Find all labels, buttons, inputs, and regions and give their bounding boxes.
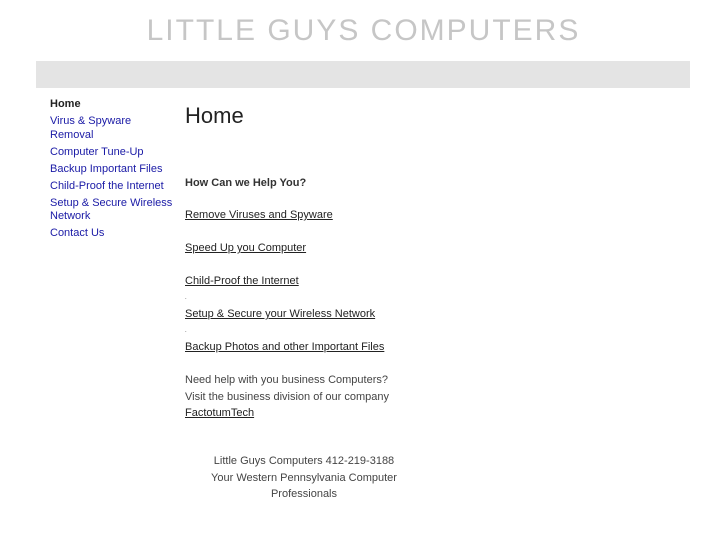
- business-line-2: Visit the business division of our compa…: [185, 390, 390, 403]
- main-content: Home How Can we Help You? Remove Viruses…: [185, 102, 485, 419]
- service-link-wireless[interactable]: Setup & Secure your Wireless Network: [185, 308, 375, 320]
- business-info: Need help with you business Computers? V…: [185, 372, 389, 422]
- factotumtech-link[interactable]: FactotumTech: [185, 407, 254, 419]
- service-link-child-proof[interactable]: Child-Proof the Internet: [185, 275, 299, 287]
- help-question: How Can we Help You?: [185, 177, 307, 189]
- business-line-1: Need help with you business Computers?: [185, 374, 389, 386]
- footer: Little Guys Computers 412-219-3188 Your …: [180, 453, 428, 503]
- separator-dot: .: [185, 295, 187, 301]
- sidebar-item-child-proof[interactable]: Child-Proof the Internet: [50, 180, 175, 194]
- sidebar-item-contact[interactable]: Contact Us: [50, 227, 175, 241]
- footer-tagline: Your Western Pennsylvania Computer Profe…: [211, 471, 397, 501]
- sidebar-item-backup[interactable]: Backup Important Files: [50, 163, 175, 177]
- sidebar-item-home[interactable]: Home: [50, 98, 175, 112]
- separator-dot: .: [185, 328, 187, 334]
- service-link-viruses[interactable]: Remove Viruses and Spyware: [185, 209, 333, 221]
- sidebar-item-wireless[interactable]: Setup & Secure Wireless Network: [50, 197, 175, 224]
- sidebar-nav: Home Virus & Spyware Removal Computer Tu…: [50, 98, 175, 244]
- sidebar-item-virus-removal[interactable]: Virus & Spyware Removal: [50, 115, 175, 142]
- sidebar-item-tune-up[interactable]: Computer Tune-Up: [50, 146, 175, 160]
- service-link-backup[interactable]: Backup Photos and other Important Files: [185, 341, 384, 353]
- service-link-speed-up[interactable]: Speed Up you Computer: [185, 242, 306, 254]
- nav-bar: [36, 61, 690, 88]
- footer-contact: Little Guys Computers 412-219-3188: [213, 455, 395, 467]
- page-heading: Home: [185, 103, 244, 128]
- site-title: LITTLE GUYS COMPUTERS: [146, 14, 581, 47]
